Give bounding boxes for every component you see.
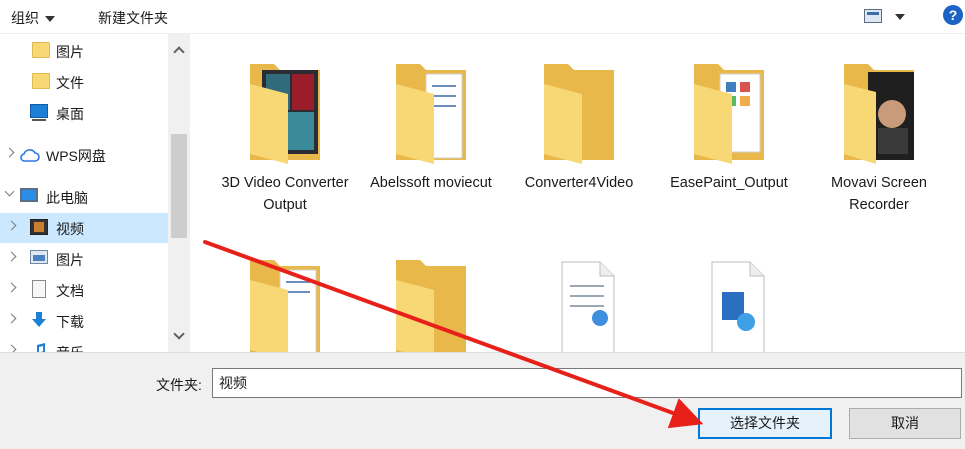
- folder-icon: [396, 260, 466, 352]
- chevron-right-icon[interactable]: [4, 147, 15, 158]
- photo-folder-icon: [844, 64, 914, 164]
- document-file-icon: [561, 261, 615, 352]
- nav-item-label: 图片: [56, 44, 84, 60]
- chevron-down-icon[interactable]: [4, 186, 15, 197]
- folder-tile-abelssoft-moviecut[interactable]: Abelssoft moviecut: [362, 56, 500, 194]
- toolbar: 组织 新建文件夹 ?: [0, 0, 965, 34]
- folder-field-label: 文件夹:: [156, 377, 202, 393]
- nav-item-documents[interactable]: 文档: [0, 275, 168, 305]
- folder-name: Converter4Video: [524, 175, 634, 191]
- folder-name-input[interactable]: [212, 368, 962, 398]
- nav-item-pictures-quick[interactable]: 图片: [0, 36, 168, 66]
- video-icon: [30, 219, 48, 235]
- file-tile-row2-3[interactable]: [510, 252, 648, 352]
- cancel-button[interactable]: 取消: [849, 408, 961, 439]
- nav-item-label: 视频: [56, 221, 84, 237]
- cloud-icon: [20, 149, 40, 162]
- chevron-right-icon[interactable]: [6, 220, 17, 231]
- help-icon[interactable]: ?: [943, 5, 963, 25]
- chevron-right-icon[interactable]: [6, 313, 17, 324]
- navigation-pane: 图片 文件 桌面 WPS网盘 此电脑 视频 图片 文档 下载: [0, 34, 190, 352]
- folder-name: EasePaint_Output: [670, 175, 788, 191]
- folder-icon: [32, 73, 50, 89]
- nav-item-label: WPS网盘: [46, 148, 106, 164]
- document-folder-icon: [250, 260, 320, 352]
- folder-name: Abelssoft moviecut: [370, 175, 492, 191]
- folder-tile-row2-2[interactable]: [362, 252, 500, 352]
- view-options-icon[interactable]: [864, 9, 882, 23]
- media-file-icon: [711, 261, 765, 352]
- pictures-icon: [30, 250, 48, 264]
- organize-label: 组织: [11, 10, 39, 26]
- chevron-down-icon: [45, 16, 55, 23]
- nav-item-label: 文件: [56, 75, 84, 91]
- nav-item-downloads[interactable]: 下载: [0, 306, 168, 336]
- desktop-icon: [30, 104, 48, 121]
- chevron-right-icon[interactable]: [6, 282, 17, 293]
- chevron-right-icon[interactable]: [6, 251, 17, 262]
- folder-icon: [544, 64, 614, 164]
- nav-item-label: 图片: [56, 252, 84, 268]
- folder-name: 3D Video Converter Output: [221, 175, 349, 213]
- music-icon: [37, 343, 45, 352]
- nav-item-videos[interactable]: 视频: [0, 213, 168, 243]
- folder-tile-easepaint-output[interactable]: EasePaint_Output: [660, 56, 798, 194]
- nav-item-pictures[interactable]: 图片: [0, 244, 168, 274]
- chevron-down-icon[interactable]: [895, 14, 905, 20]
- dialog-footer: 文件夹: 选择文件夹 取消: [0, 352, 965, 449]
- computer-icon: [20, 188, 38, 202]
- folder-content-area: 3D Video Converter Output Abelssoft movi…: [192, 34, 965, 352]
- folder-name: Movavi Screen Recorder: [831, 175, 927, 213]
- nav-item-desktop[interactable]: 桌面: [0, 98, 168, 128]
- folder-icon: [32, 42, 50, 58]
- file-tile-row2-4[interactable]: [660, 252, 798, 352]
- media-folder-icon: [250, 64, 320, 164]
- nav-item-label: 下载: [56, 314, 84, 330]
- image-folder-icon: [694, 64, 764, 164]
- document-folder-icon: [396, 64, 466, 164]
- folder-tile-3d-video-converter-output[interactable]: 3D Video Converter Output: [216, 56, 354, 216]
- folder-tile-row2-1[interactable]: [216, 252, 354, 352]
- download-icon: [32, 312, 46, 327]
- scroll-down-icon[interactable]: [173, 328, 185, 340]
- organize-menu[interactable]: 组织: [11, 8, 55, 28]
- scrollbar-thumb[interactable]: [171, 134, 187, 238]
- chevron-right-icon[interactable]: [6, 344, 17, 352]
- nav-item-label: 文档: [56, 283, 84, 299]
- select-folder-button[interactable]: 选择文件夹: [698, 408, 832, 439]
- folder-tile-movavi-screen-recorder[interactable]: Movavi Screen Recorder: [810, 56, 948, 216]
- nav-item-music[interactable]: 音乐: [0, 337, 168, 352]
- folder-tile-converter4video[interactable]: Converter4Video: [510, 56, 648, 194]
- nav-item-label: 此电脑: [46, 190, 88, 206]
- nav-item-label: 音乐: [56, 343, 84, 352]
- nav-scrollbar[interactable]: [168, 34, 190, 352]
- nav-item-this-pc[interactable]: 此电脑: [0, 182, 168, 212]
- nav-item-files[interactable]: 文件: [0, 67, 168, 97]
- nav-item-wps-cloud[interactable]: WPS网盘: [0, 140, 168, 170]
- new-folder-button[interactable]: 新建文件夹: [98, 8, 168, 28]
- document-icon: [32, 280, 46, 298]
- scroll-up-icon[interactable]: [173, 46, 185, 58]
- nav-item-label: 桌面: [56, 106, 84, 122]
